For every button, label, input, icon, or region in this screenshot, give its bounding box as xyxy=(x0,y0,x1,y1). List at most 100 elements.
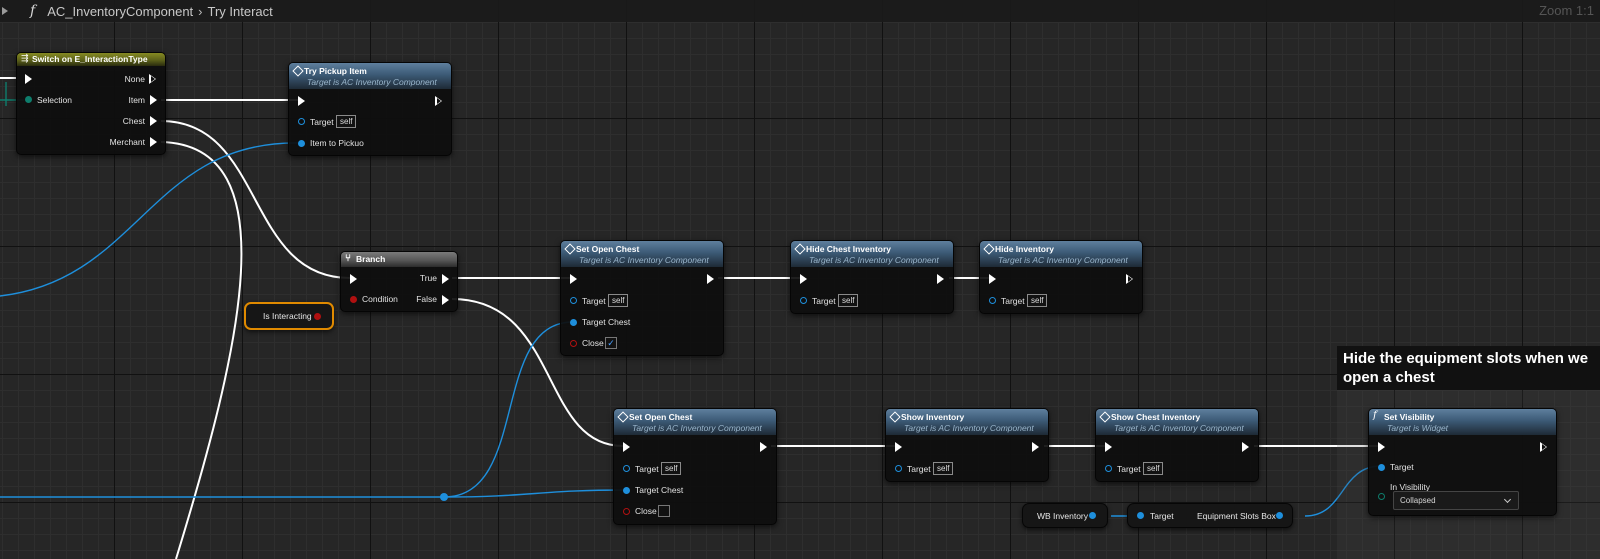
item-to-pickup-pin[interactable] xyxy=(298,140,305,147)
close-pin[interactable] xyxy=(623,508,630,515)
comment-text[interactable]: Hide the equipment slots when we open a … xyxy=(1337,346,1600,390)
in-visibility-pin[interactable] xyxy=(1378,493,1385,500)
exec-in-pin[interactable] xyxy=(800,274,807,284)
node-subtitle: Target is AC Inventory Component xyxy=(632,423,762,433)
is-interacting-variable[interactable]: Is Interacting xyxy=(244,302,334,330)
exec-out-item-pin[interactable] xyxy=(150,95,157,105)
target-self-value[interactable]: self xyxy=(1027,294,1048,307)
target-chest-label: Target Chest xyxy=(635,485,684,495)
target-self-value[interactable]: self xyxy=(838,294,859,307)
exec-in-pin[interactable] xyxy=(623,442,630,452)
exec-out-pin[interactable] xyxy=(707,274,714,284)
close-checkbox[interactable]: ✓ xyxy=(605,337,617,349)
exec-out-none-pin[interactable] xyxy=(149,74,157,84)
object-out-pin[interactable] xyxy=(1089,512,1096,519)
node-title: Set Visibility xyxy=(1384,412,1435,422)
target-pin[interactable] xyxy=(800,297,807,304)
branch-node[interactable]: ⑂ Branch Condition True False xyxy=(340,251,458,312)
target-chest-pin[interactable] xyxy=(623,487,630,494)
breadcrumb-component[interactable]: AC_InventoryComponent xyxy=(47,4,193,19)
close-checkbox[interactable] xyxy=(658,505,670,517)
set-open-chest-header[interactable]: Set Open Chest Target is AC Inventory Co… xyxy=(614,409,776,435)
exec-false-pin[interactable] xyxy=(442,295,449,305)
target-pin[interactable] xyxy=(298,118,305,125)
boolean-out-pin[interactable] xyxy=(314,313,321,320)
exec-in-pin[interactable] xyxy=(350,274,357,284)
exec-in-pin[interactable] xyxy=(25,74,32,84)
target-self-value[interactable]: self xyxy=(608,294,629,307)
target-self-value[interactable]: self xyxy=(661,462,682,475)
hide-inventory-header[interactable]: Hide Inventory Target is AC Inventory Co… xyxy=(980,241,1142,267)
target-pin[interactable] xyxy=(570,297,577,304)
exec-out-pin[interactable] xyxy=(1032,442,1039,452)
exec-out-pin[interactable] xyxy=(1242,442,1249,452)
target-pin[interactable] xyxy=(623,465,630,472)
close-pin[interactable] xyxy=(570,340,577,347)
chevron-down-icon xyxy=(1503,495,1512,504)
visibility-dropdown[interactable]: Collapsed xyxy=(1393,491,1519,510)
function-call-icon xyxy=(890,412,899,421)
node-title: Set Open Chest xyxy=(629,412,693,422)
target-label: Target xyxy=(582,296,606,306)
switch-node[interactable]: ⇶ Switch on E_InteractionType Selection … xyxy=(16,52,166,155)
condition-pin[interactable] xyxy=(350,296,357,303)
switch-node-title: Switch on E_InteractionType xyxy=(32,54,148,64)
function-call-icon xyxy=(565,244,574,253)
node-title: Hide Chest Inventory xyxy=(806,244,892,254)
function-call-icon xyxy=(984,244,993,253)
exec-in-pin[interactable] xyxy=(1105,442,1112,452)
play-arrow-icon[interactable] xyxy=(2,7,8,15)
condition-label: Condition xyxy=(362,294,398,304)
exec-out-merchant-pin[interactable] xyxy=(150,137,157,147)
switch-node-header[interactable]: ⇶ Switch on E_InteractionType xyxy=(17,53,165,66)
show-chest-inventory-header[interactable]: Show Chest Inventory Target is AC Invent… xyxy=(1096,409,1258,435)
target-label: Target xyxy=(310,117,334,127)
node-title: Set Open Chest xyxy=(576,244,640,254)
show-inventory-node[interactable]: Show Inventory Target is AC Inventory Co… xyxy=(885,408,1049,482)
exec-in-pin[interactable] xyxy=(570,274,577,284)
try-pickup-item-node[interactable]: Try Pickup Item Target is AC Inventory C… xyxy=(288,62,452,156)
exec-in-pin[interactable] xyxy=(989,274,996,284)
branch-node-header[interactable]: ⑂ Branch xyxy=(341,252,457,267)
set-open-chest-header[interactable]: Set Open Chest Target is AC Inventory Co… xyxy=(561,241,723,267)
output-chest-label: Chest xyxy=(122,116,145,126)
exec-in-pin[interactable] xyxy=(895,442,902,452)
hide-chest-inventory-node[interactable]: Hide Chest Inventory Target is AC Invent… xyxy=(790,240,954,314)
show-chest-inventory-node[interactable]: Show Chest Inventory Target is AC Invent… xyxy=(1095,408,1259,482)
exec-out-pin[interactable] xyxy=(435,96,443,106)
target-pin[interactable] xyxy=(895,465,902,472)
target-self-value[interactable]: self xyxy=(933,462,954,475)
show-inventory-header[interactable]: Show Inventory Target is AC Inventory Co… xyxy=(886,409,1048,435)
exec-out-pin[interactable] xyxy=(1540,442,1548,452)
set-visibility-header[interactable]: f Set Visibility Target is Widget xyxy=(1369,409,1556,435)
wb-inventory-variable[interactable]: WB Inventory xyxy=(1022,503,1108,528)
switch-icon: ⇶ xyxy=(21,53,29,63)
exec-in-pin[interactable] xyxy=(298,96,305,106)
node-subtitle: Target is AC Inventory Component xyxy=(998,255,1128,265)
variable-label: Is Interacting xyxy=(263,311,312,321)
equipment-slots-box-getter[interactable]: Target Equipment Slots Box xyxy=(1127,503,1293,528)
target-pin[interactable] xyxy=(1378,464,1385,471)
try-pickup-item-header[interactable]: Try Pickup Item Target is AC Inventory C… xyxy=(289,63,451,89)
selection-pin[interactable] xyxy=(25,96,32,103)
target-in-pin[interactable] xyxy=(1137,512,1144,519)
hide-inventory-node[interactable]: Hide Inventory Target is AC Inventory Co… xyxy=(979,240,1143,314)
object-out-pin[interactable] xyxy=(1276,512,1283,519)
set-visibility-node[interactable]: f Set Visibility Target is Widget Target… xyxy=(1368,408,1557,516)
target-pin[interactable] xyxy=(989,297,996,304)
exec-in-pin[interactable] xyxy=(1378,442,1385,452)
breadcrumb-function[interactable]: Try Interact xyxy=(208,4,273,19)
set-open-chest-top-node[interactable]: Set Open Chest Target is AC Inventory Co… xyxy=(560,240,724,356)
exec-out-pin[interactable] xyxy=(1126,274,1134,284)
target-self-value[interactable]: self xyxy=(1143,462,1164,475)
target-self-value[interactable]: self xyxy=(336,115,357,128)
exec-out-pin[interactable] xyxy=(937,274,944,284)
hide-chest-inventory-header[interactable]: Hide Chest Inventory Target is AC Invent… xyxy=(791,241,953,267)
target-chest-pin[interactable] xyxy=(570,319,577,326)
exec-true-pin[interactable] xyxy=(442,274,449,284)
exec-out-pin[interactable] xyxy=(760,442,767,452)
false-label: False xyxy=(416,294,437,304)
set-open-chest-bottom-node[interactable]: Set Open Chest Target is AC Inventory Co… xyxy=(613,408,777,525)
target-pin[interactable] xyxy=(1105,465,1112,472)
exec-out-chest-pin[interactable] xyxy=(150,116,157,126)
